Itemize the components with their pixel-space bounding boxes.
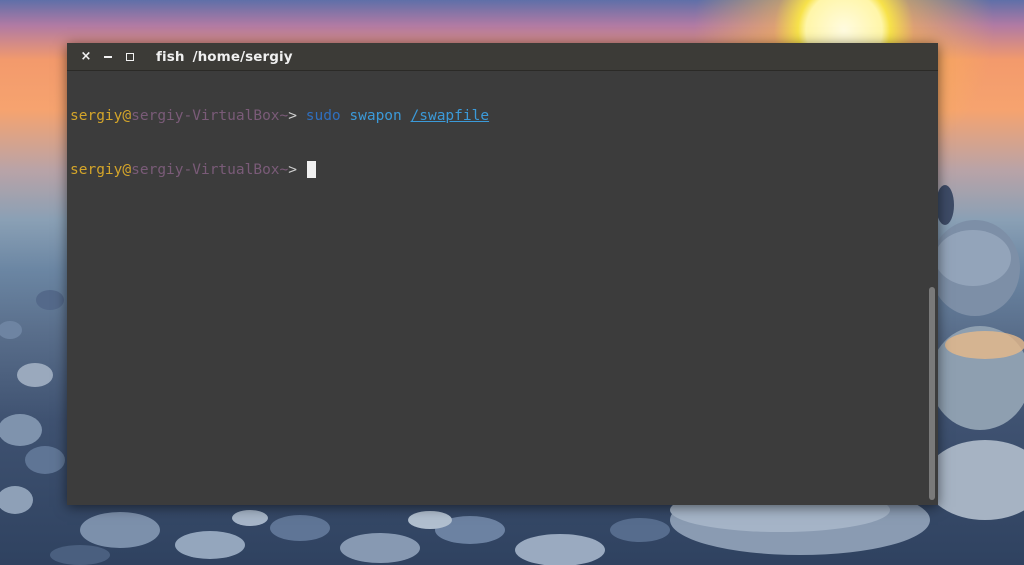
prompt-symbol: > — [288, 108, 297, 124]
command-sudo: sudo — [305, 108, 341, 124]
maximize-icon — [126, 52, 134, 61]
scrollbar[interactable] — [929, 287, 935, 500]
maximize-button[interactable] — [119, 46, 141, 68]
window-title-path: /home/sergiy — [192, 48, 293, 65]
command-name: swapon — [349, 108, 402, 124]
prompt-symbol: > — [288, 162, 297, 178]
terminal-line: sergiy@sergiy-VirtualBox~> sudo swapon /… — [70, 107, 925, 125]
window-titlebar[interactable]: × fish/home/sergiy — [67, 43, 938, 71]
prompt-at: @ — [122, 162, 132, 178]
close-button[interactable]: × — [75, 46, 97, 68]
terminal-output[interactable]: sergiy@sergiy-VirtualBox~> sudo swapon /… — [70, 71, 925, 501]
prompt-host: sergiy-VirtualBox — [131, 108, 280, 124]
prompt-user: sergiy — [70, 162, 123, 178]
close-icon: × — [80, 49, 92, 64]
prompt-at: @ — [122, 108, 132, 124]
prompt-user: sergiy — [70, 108, 123, 124]
window-title-app: fish — [156, 48, 185, 65]
prompt-cwd: ~ — [279, 162, 289, 178]
prompt-cwd: ~ — [279, 108, 289, 124]
text-cursor[interactable] — [306, 161, 316, 178]
minimize-icon — [104, 55, 112, 58]
terminal-line: sergiy@sergiy-VirtualBox~> — [70, 161, 925, 179]
minimize-button[interactable] — [97, 46, 119, 68]
terminal-window[interactable]: × fish/home/sergiy sergiy@sergiy-Virtual… — [67, 43, 938, 505]
window-title: fish/home/sergiy — [156, 49, 293, 65]
prompt-host: sergiy-VirtualBox — [131, 162, 280, 178]
command-argument: /swapfile — [410, 108, 490, 124]
